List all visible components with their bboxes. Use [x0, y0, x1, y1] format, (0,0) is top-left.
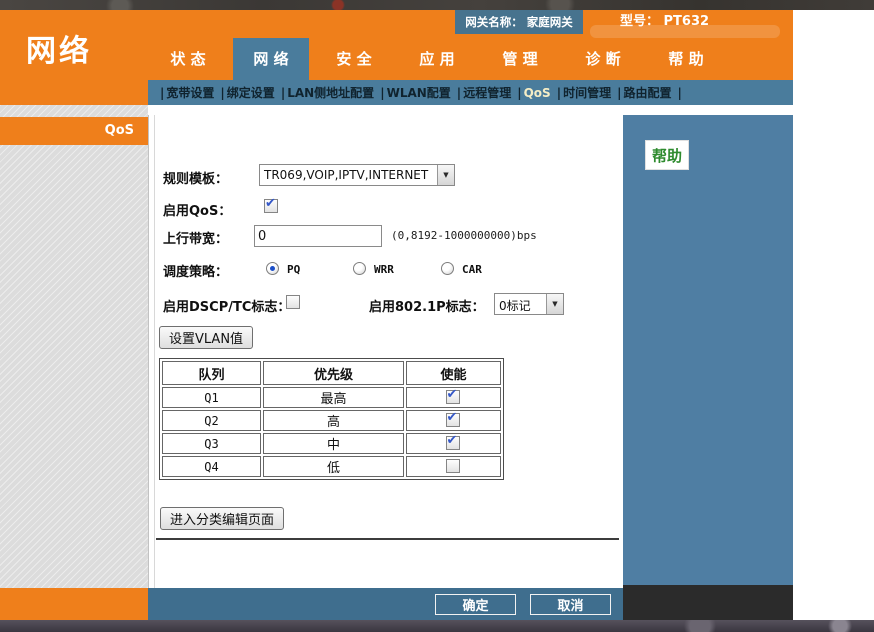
- chevron-down-icon[interactable]: ▼: [546, 294, 563, 314]
- enable-qos-label: 启用QoS：: [163, 200, 231, 219]
- queue-enable-checkbox[interactable]: [446, 413, 460, 427]
- col-header-priority: 优先级: [263, 361, 404, 385]
- scheduling-policy-label: 调度策略：: [163, 261, 228, 280]
- rule-template-label: 规则模板：: [163, 168, 228, 187]
- cancel-button[interactable]: 取消: [530, 594, 611, 615]
- main-nav: 状 态 网 络 安 全 应 用 管 理 诊 断 帮 助: [150, 38, 731, 80]
- sidebar-item-qos[interactable]: QoS: [0, 117, 148, 145]
- page-title: 网络: [26, 26, 92, 70]
- tab-network[interactable]: 网 络: [233, 38, 309, 80]
- device-name-label: 网关名称： 家庭网关: [465, 14, 573, 30]
- upstream-bandwidth-hint: (0,8192-1000000000)bps: [391, 229, 537, 242]
- scheduling-radio-wrr[interactable]: [353, 262, 366, 275]
- content-divider: [156, 538, 619, 540]
- priority-cell: 中: [263, 433, 404, 454]
- subnav-item-remote[interactable]: 远程管理: [463, 84, 511, 101]
- enable-cell: [406, 456, 501, 477]
- subnav-item-lan-address[interactable]: LAN侧地址配置: [287, 84, 374, 101]
- device-name-bar: 网关名称： 家庭网关: [455, 10, 583, 34]
- help-button[interactable]: 帮助: [645, 140, 689, 170]
- priority-cell: 高: [263, 410, 404, 431]
- 8021p-flag-select[interactable]: 0标记 ▼: [494, 293, 564, 315]
- main-content: 规则模板： TR069,VOIP,IPTV,INTERNET ▼ 启用QoS： …: [148, 115, 623, 588]
- queue-enable-checkbox[interactable]: [446, 459, 460, 473]
- footer-dark-block: [623, 585, 793, 620]
- tab-management[interactable]: 管 理: [482, 38, 558, 80]
- upstream-bandwidth-label: 上行带宽：: [163, 228, 228, 247]
- queue-enable-checkbox[interactable]: [446, 436, 460, 450]
- queue-cell: Q3: [162, 433, 261, 454]
- subnav-separator: |: [160, 86, 164, 100]
- priority-cell: 低: [263, 456, 404, 477]
- header: 网络 网关名称： 家庭网关 型号： PT632 状 态 网 络 安 全 应 用 …: [0, 10, 793, 105]
- upstream-bandwidth-input[interactable]: [254, 225, 382, 247]
- footer-left-block: [0, 588, 148, 620]
- subnav-item-qos[interactable]: QoS: [524, 86, 551, 100]
- 8021p-flag-value: 0标记: [495, 294, 546, 314]
- subnav-separator: |: [380, 86, 384, 100]
- dscp-tc-flag-checkbox[interactable]: [286, 295, 300, 309]
- help-panel: 帮助: [623, 115, 793, 585]
- subnav-separator: |: [557, 86, 561, 100]
- rule-template-select[interactable]: TR069,VOIP,IPTV,INTERNET ▼: [259, 164, 455, 186]
- dscp-tc-flag-label: 启用DSCP/TC标志：: [163, 296, 290, 315]
- radio-label-wrr: WRR: [374, 263, 394, 276]
- queue-cell: Q1: [162, 387, 261, 408]
- tab-diagnosis[interactable]: 诊 断: [565, 38, 641, 80]
- tab-application[interactable]: 应 用: [399, 38, 475, 80]
- table-row: Q1 最高: [162, 387, 501, 408]
- enable-cell: [406, 433, 501, 454]
- table-header-row: 队列 优先级 使能: [162, 361, 501, 385]
- model-label: 型号： PT632: [620, 10, 709, 34]
- table-row: Q2 高: [162, 410, 501, 431]
- scheduling-radio-pq[interactable]: [266, 262, 279, 275]
- radio-label-pq: PQ: [287, 263, 300, 276]
- ok-button[interactable]: 确定: [435, 594, 516, 615]
- enable-cell: [406, 410, 501, 431]
- queue-enable-checkbox[interactable]: [446, 390, 460, 404]
- subnav-separator: |: [457, 86, 461, 100]
- enable-qos-checkbox[interactable]: [264, 199, 278, 213]
- tab-status[interactable]: 状 态: [150, 38, 226, 80]
- subnav-separator: |: [617, 86, 621, 100]
- sidebar: QoS: [0, 105, 148, 588]
- col-header-enable: 使能: [406, 361, 501, 385]
- subnav-separator: |: [517, 86, 521, 100]
- subnav-separator: |: [678, 86, 682, 100]
- queue-cell: Q4: [162, 456, 261, 477]
- 8021p-flag-label: 启用802.1P标志：: [369, 296, 485, 315]
- queue-cell: Q2: [162, 410, 261, 431]
- col-header-queue: 队列: [162, 361, 261, 385]
- footer-bar: 确定 取消: [148, 588, 623, 620]
- chevron-down-icon[interactable]: ▼: [437, 165, 454, 185]
- subnav-separator: |: [281, 86, 285, 100]
- tab-help[interactable]: 帮 助: [648, 38, 724, 80]
- subnav-item-time[interactable]: 时间管理: [563, 84, 611, 101]
- subnav-item-binding[interactable]: 绑定设置: [227, 84, 275, 101]
- desktop-taskbar: [0, 620, 874, 632]
- subnav-item-broadband[interactable]: 宽带设置: [166, 84, 214, 101]
- classify-edit-button[interactable]: 进入分类编辑页面: [160, 507, 284, 530]
- subnav: | 宽带设置 | 绑定设置 | LAN侧地址配置 | WLAN配置 | 远程管理…: [148, 80, 793, 105]
- scheduling-radio-car[interactable]: [441, 262, 454, 275]
- enable-cell: [406, 387, 501, 408]
- priority-cell: 最高: [263, 387, 404, 408]
- set-vlan-button[interactable]: 设置VLAN值: [159, 326, 253, 349]
- radio-label-car: CAR: [462, 263, 482, 276]
- table-row: Q4 低: [162, 456, 501, 477]
- subnav-separator: |: [220, 86, 224, 100]
- table-row: Q3 中: [162, 433, 501, 454]
- tab-security[interactable]: 安 全: [316, 38, 392, 80]
- desktop-top-strip: [0, 0, 874, 10]
- subnav-item-wlan[interactable]: WLAN配置: [387, 84, 451, 101]
- subnav-item-routing[interactable]: 路由配置: [623, 84, 671, 101]
- queue-table: 队列 优先级 使能 Q1 最高 Q2 高 Q3 中 Q4 低: [159, 358, 504, 480]
- rule-template-value: TR069,VOIP,IPTV,INTERNET: [260, 165, 437, 185]
